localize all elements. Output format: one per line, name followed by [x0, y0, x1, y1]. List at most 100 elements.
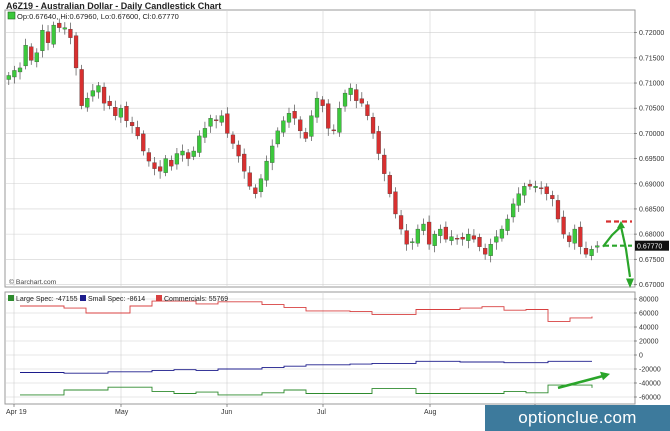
ohlc-legend-text: Op:0.67640, Hi:0.67960, Lo:0.67600, Cl:0… [17, 12, 179, 21]
candle-body [410, 241, 415, 243]
candle-body [236, 144, 241, 157]
ohlc-legend-swatch [7, 11, 16, 20]
candle-body [527, 184, 533, 187]
cot-legend-swatch [156, 295, 162, 301]
candle-body [62, 27, 67, 30]
candle-body [499, 228, 505, 239]
candle-body [258, 178, 264, 192]
candle-body [219, 115, 224, 123]
candle-body [146, 152, 152, 162]
candle-body [225, 113, 230, 134]
price-tick-label: 0.70500 [639, 106, 664, 113]
candle-body [533, 186, 538, 188]
price-tick-label: 0.71000 [639, 81, 664, 88]
candle-body [275, 130, 280, 145]
candle-body [376, 131, 381, 154]
candle-body [348, 87, 353, 95]
candle-body [90, 90, 95, 97]
candle-body [443, 226, 449, 240]
cot-tick-label: 20000 [639, 339, 659, 346]
candle-body [191, 150, 196, 157]
watermark-text: optionclue.com [518, 408, 637, 427]
candle-body [544, 186, 549, 194]
candle-body [583, 248, 589, 255]
price-tick-label: 0.70000 [639, 131, 664, 138]
candle-body [23, 45, 28, 67]
cot-tick-label: 60000 [639, 311, 659, 318]
candle-body [208, 118, 213, 127]
candle-body [40, 29, 45, 51]
price-tick-label: 0.67500 [639, 257, 664, 264]
candle-body [511, 203, 516, 218]
candle-body [169, 159, 174, 167]
candle-body [79, 69, 84, 106]
x-tick-label: May [115, 409, 129, 416]
candle-body [354, 89, 359, 101]
candle-body [432, 233, 437, 246]
candle-body [522, 186, 527, 196]
cot-legend-swatch [80, 295, 86, 301]
candle-body [129, 122, 135, 126]
price-tick-label: 0.69500 [639, 156, 664, 163]
candle-body [141, 133, 146, 152]
candle-body [214, 119, 219, 121]
cot-panel [4, 291, 636, 405]
x-tick-label: Aug [424, 409, 437, 416]
candle-body [567, 235, 572, 242]
candle-body [180, 150, 185, 156]
candle-body [466, 233, 471, 241]
candle-body [264, 160, 269, 181]
candle-body [483, 248, 488, 255]
price-tick-label: 0.68500 [639, 206, 664, 213]
candle-body [197, 135, 202, 153]
candle-body [247, 172, 252, 187]
candle-body [359, 98, 364, 104]
candle-body [365, 104, 370, 116]
candle-body [421, 223, 426, 231]
candle-body [561, 216, 566, 235]
candle-body [326, 103, 331, 129]
candle-body [314, 97, 320, 118]
candle-body [303, 132, 308, 139]
candle-body [73, 35, 79, 69]
candle-body [438, 228, 443, 236]
candle-body [555, 200, 561, 220]
x-axis: Apr 19MayJunJulAugSep [6, 404, 542, 416]
candle-body [270, 145, 275, 163]
candle-body [426, 221, 432, 245]
candle-body [85, 97, 90, 108]
cot-tick-label: -60000 [639, 395, 661, 402]
candle-body [393, 191, 398, 215]
candle-body [281, 120, 286, 133]
candle-body [471, 235, 477, 240]
candle-body [342, 92, 348, 107]
price-tick-label: 0.72000 [639, 30, 664, 37]
price-tick-label: 0.68000 [639, 232, 664, 239]
candle-body [454, 237, 460, 240]
candle-body [309, 115, 314, 137]
cot-tick-label: 0 [639, 353, 643, 360]
price-tick-label: 0.67000 [639, 282, 664, 289]
price-panel [4, 9, 636, 288]
cot-legend: Large Spec: -47155 Small Spec: -8614 Comme… [8, 295, 228, 303]
cot-tick-label: 40000 [639, 325, 659, 332]
candle-body [253, 187, 258, 194]
candle-body [202, 128, 208, 138]
candle-body [539, 187, 544, 189]
cot-tick-label: -20000 [639, 367, 661, 374]
candle-body [320, 99, 325, 106]
cot-axis: 80000 60000 40000 20000 0 -20000 -40000 -60000 [634, 297, 661, 402]
candle-body [505, 218, 510, 231]
candle-body [68, 28, 73, 38]
candle-body [415, 228, 420, 244]
candle-body [101, 86, 107, 104]
price-tick-label: 0.69000 [639, 181, 664, 188]
candle-body [124, 106, 129, 121]
candle-body [107, 101, 112, 106]
cot-tick-label: 80000 [639, 297, 659, 304]
last-price-tag-text: 0.67770 [637, 244, 662, 251]
candle-body [12, 70, 17, 78]
candle-body [298, 119, 303, 132]
cot-legend-label: Small Spec: -8614 [88, 296, 145, 303]
candle-body [337, 108, 342, 133]
